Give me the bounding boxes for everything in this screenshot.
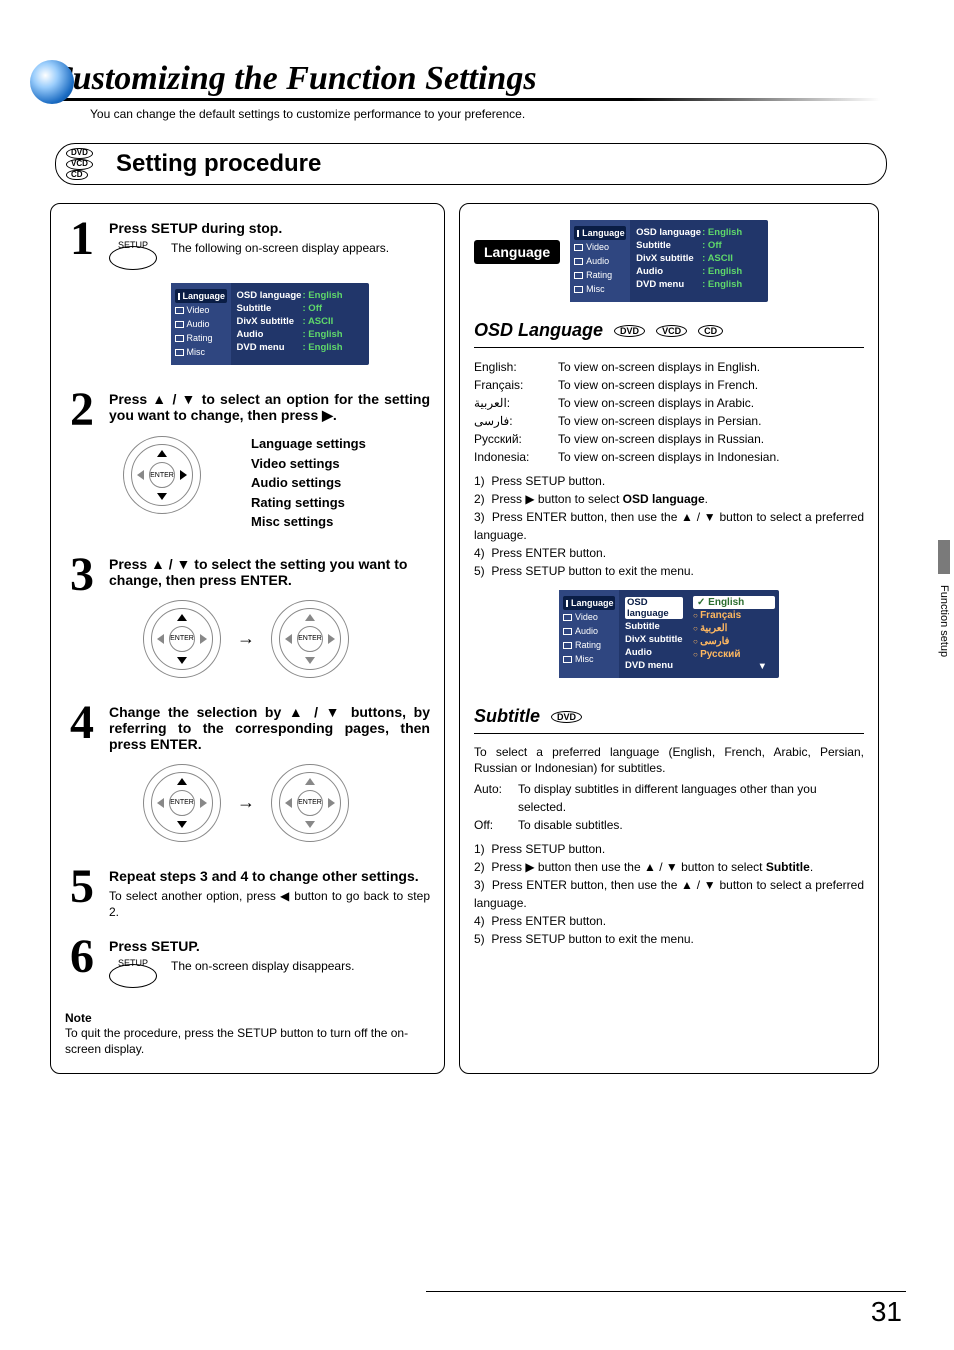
section-heading: DVD VCD CD Setting procedure bbox=[55, 143, 887, 185]
subtitle-steps: 1) Press SETUP button. 2) Press ▶ button… bbox=[474, 840, 864, 948]
step1-text: The following on-screen display appears. bbox=[171, 240, 430, 256]
setup-button-icon: SETUP bbox=[109, 964, 157, 988]
osd-menu-video: Video bbox=[175, 303, 227, 317]
decorative-circle bbox=[30, 60, 74, 104]
dpad-icon: ENTER bbox=[143, 764, 221, 842]
arrow-icon: → bbox=[237, 628, 255, 649]
dpad-icon: ENTER bbox=[271, 764, 349, 842]
step-num-3: 3 bbox=[65, 556, 99, 686]
osd-language-list: English:To view on-screen displays in En… bbox=[474, 358, 864, 466]
subtitle-options: Auto:To display subtitles in different l… bbox=[474, 780, 864, 834]
osd-menu-misc: Misc bbox=[175, 345, 227, 359]
dpad-icon: ENTER bbox=[271, 600, 349, 678]
title-underline bbox=[50, 98, 880, 101]
step6-text: The on-screen display disappears. bbox=[171, 958, 430, 974]
page-subtitle: You can change the default settings to c… bbox=[90, 107, 904, 121]
language-tab-label: Language bbox=[474, 240, 560, 264]
page-number: 31 bbox=[871, 1296, 902, 1328]
osd-language-heading: OSD Language DVD VCD CD bbox=[474, 320, 864, 341]
page-title: Customizing the Function Settings bbox=[50, 60, 904, 98]
step5-title: Repeat steps 3 and 4 to change other set… bbox=[109, 868, 430, 884]
disc-badges: DVD VCD CD bbox=[66, 148, 93, 180]
step-num-1: 1 bbox=[65, 220, 99, 373]
note-heading: Note bbox=[65, 1011, 430, 1025]
badge-vcd: VCD bbox=[66, 159, 93, 170]
osd-menu-rating: Rating bbox=[175, 331, 227, 345]
step-num-4: 4 bbox=[65, 704, 99, 850]
step4-title: Change the selection by ▲ / ▼ buttons, b… bbox=[109, 704, 430, 752]
subtitle-heading: Subtitle DVD bbox=[474, 706, 864, 727]
footer-rule bbox=[426, 1291, 906, 1292]
side-tab: Function setup bbox=[920, 540, 950, 690]
badge-dvd: DVD bbox=[66, 148, 93, 159]
step6-title: Press SETUP. bbox=[109, 938, 430, 954]
note-text: To quit the procedure, press the SETUP b… bbox=[65, 1025, 430, 1057]
settings-categories: Language settings Video settings Audio s… bbox=[251, 434, 366, 532]
osd-mockup-2: Language Video Audio Rating Misc OSD lan… bbox=[570, 220, 768, 302]
setup-button-label: SETUP bbox=[118, 951, 148, 975]
left-column: 1 Press SETUP during stop. SETUP The fol… bbox=[50, 203, 445, 1074]
dpad-icon: ENTER bbox=[143, 600, 221, 678]
osd-language-steps: 1) Press SETUP button. 2) Press ▶ button… bbox=[474, 472, 864, 580]
side-tab-label: Function setup bbox=[938, 585, 950, 657]
scroll-down-icon: ▼ bbox=[693, 661, 775, 672]
dpad-icon: ENTER bbox=[123, 436, 201, 514]
osd-menu-language: Language bbox=[175, 289, 227, 303]
arrow-icon: → bbox=[237, 792, 255, 813]
subtitle-intro: To select a preferred language (English,… bbox=[474, 744, 864, 776]
right-column: Language Language Video Audio Rating Mis… bbox=[459, 203, 879, 1074]
step2-title: Press ▲ / ▼ to select an option for the … bbox=[109, 391, 430, 424]
step1-title: Press SETUP during stop. bbox=[109, 220, 430, 236]
setup-button-icon: SETUP bbox=[109, 246, 157, 270]
section-heading-text: Setting procedure bbox=[116, 150, 321, 177]
step3-title: Press ▲ / ▼ to select the setting you wa… bbox=[109, 556, 430, 588]
setup-button-label: SETUP bbox=[118, 233, 148, 257]
step-num-2: 2 bbox=[65, 391, 99, 538]
step-num-5: 5 bbox=[65, 868, 99, 920]
step5-text: To select another option, press ◀ button… bbox=[109, 888, 430, 920]
step-num-6: 6 bbox=[65, 938, 99, 993]
osd-mockup-3: Language Video Audio Rating Misc OSD lan… bbox=[559, 590, 779, 678]
badge-cd: CD bbox=[66, 170, 88, 181]
osd-mockup-1: Language Video Audio Rating Misc OSD lan… bbox=[171, 283, 369, 365]
osd-menu-audio: Audio bbox=[175, 317, 227, 331]
